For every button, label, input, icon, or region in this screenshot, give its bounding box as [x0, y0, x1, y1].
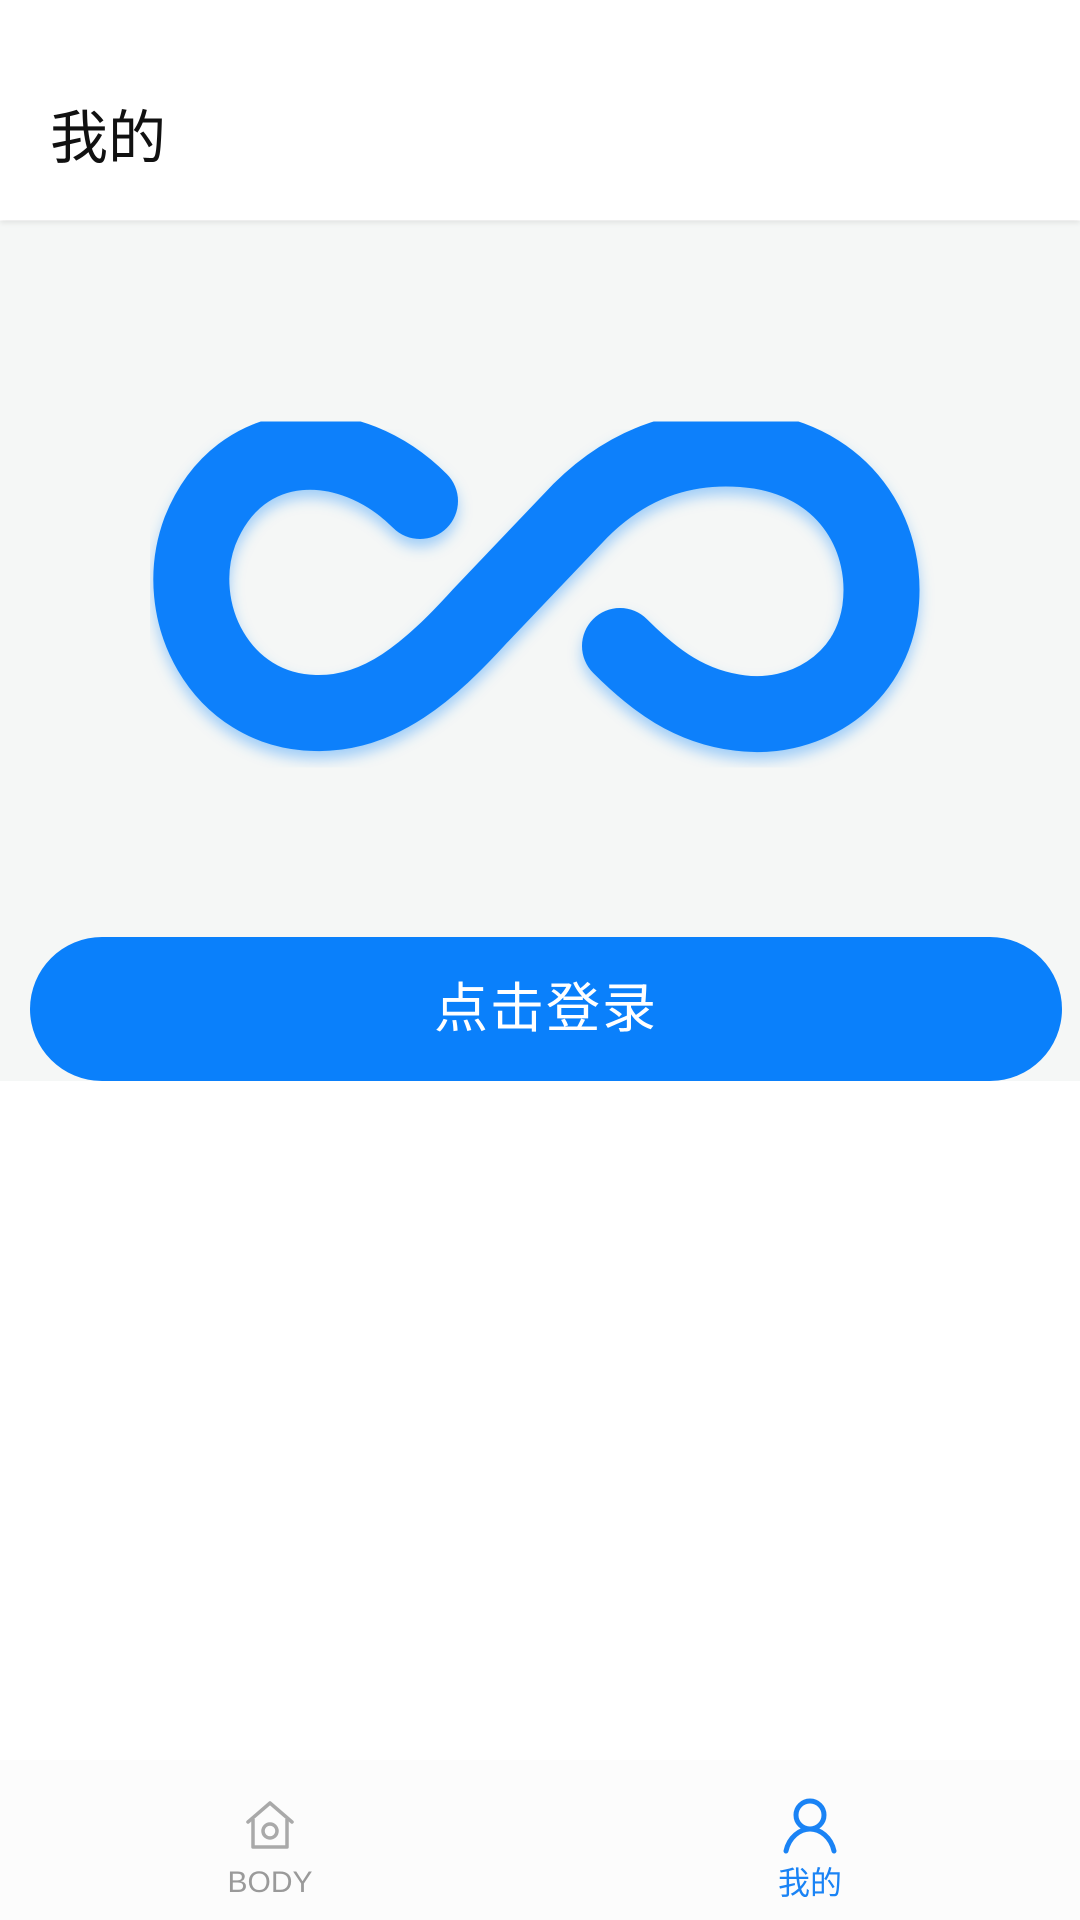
login-button[interactable]: 点击登录 — [30, 937, 1062, 1081]
app-header: 我的 — [0, 0, 1080, 220]
page-title: 我的 — [50, 104, 167, 172]
tab-mine-label: 我的 — [777, 1864, 842, 1902]
bottom-tab-bar: BODY 我的 — [0, 1760, 1080, 1920]
tab-body-label: BODY — [227, 1866, 313, 1899]
infinity-logo-icon — [153, 410, 920, 753]
home-icon — [246, 1801, 294, 1849]
user-icon — [783, 1798, 837, 1854]
tab-body[interactable]: BODY — [0, 1760, 540, 1920]
hero-section: 点击登录 — [0, 221, 1080, 1081]
tab-mine[interactable]: 我的 — [540, 1760, 1080, 1920]
app-root: 我的 点击登录 BODY 我的 — [0, 0, 1080, 1920]
